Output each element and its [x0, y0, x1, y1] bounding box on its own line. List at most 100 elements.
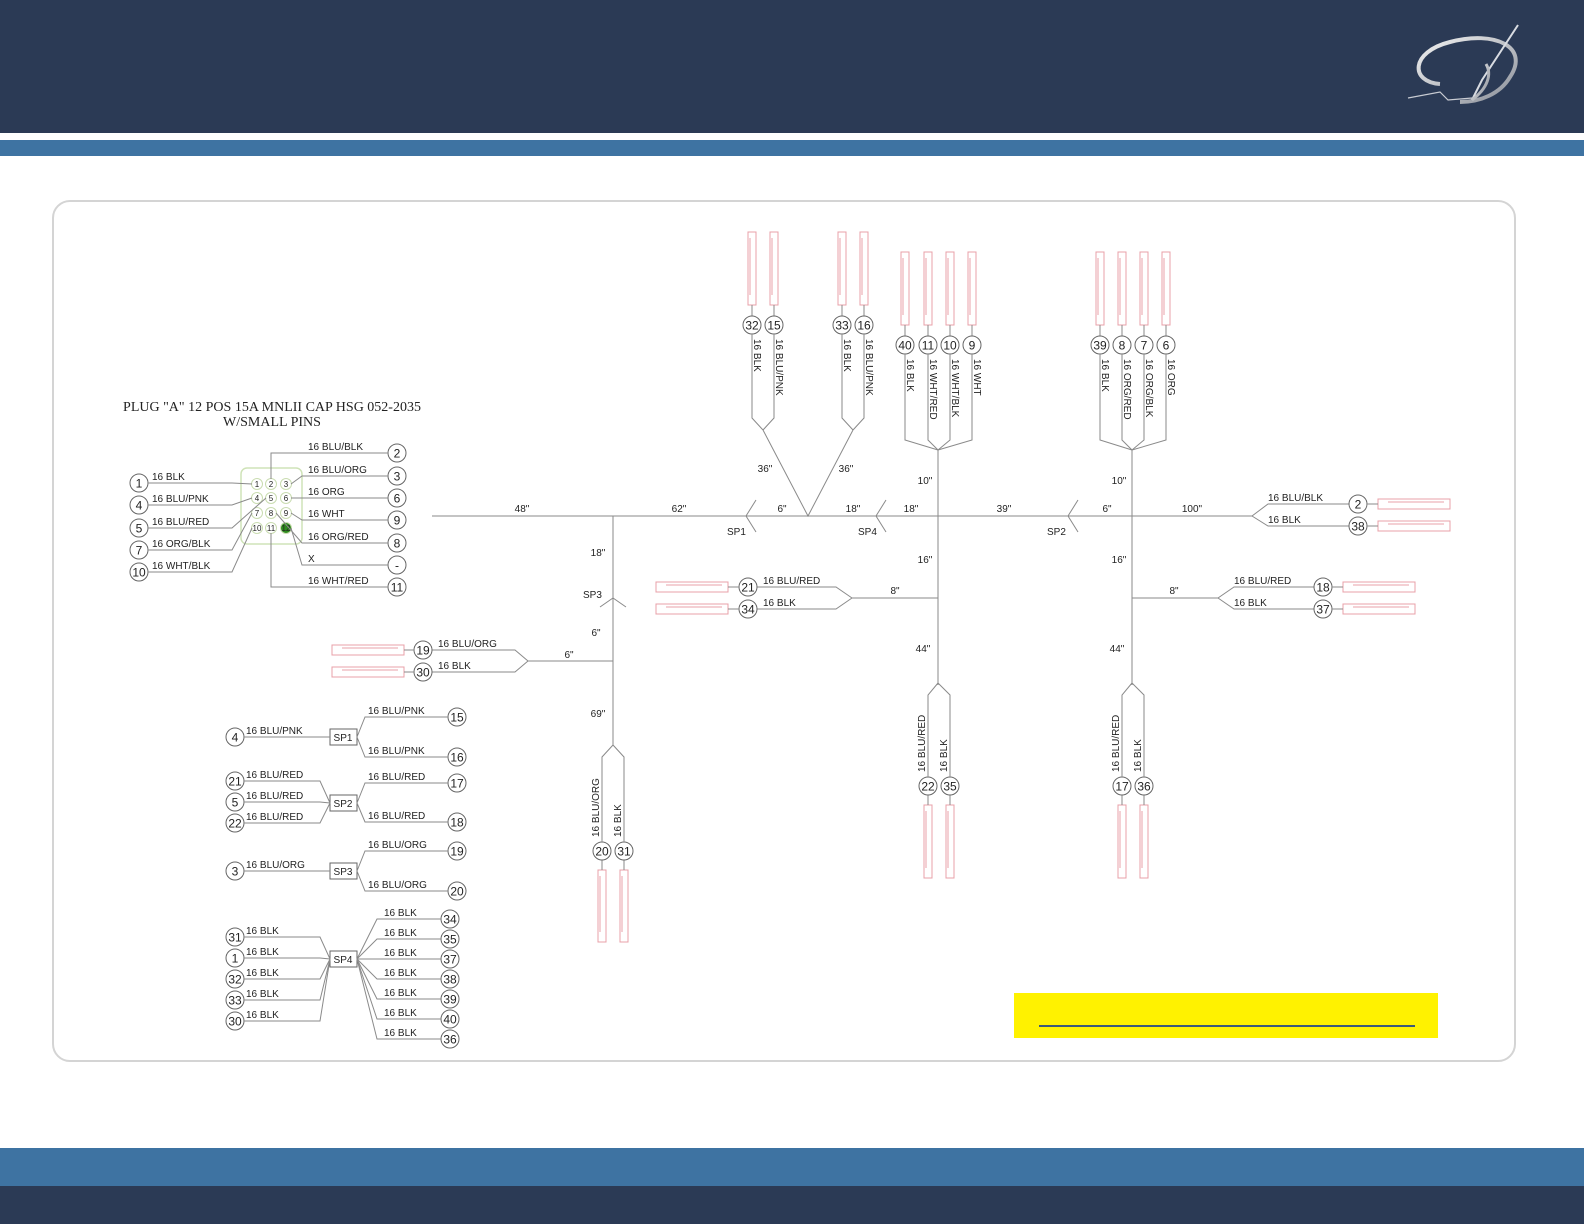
pin-number: 31 [228, 931, 242, 945]
pin-number: 10 [132, 566, 146, 580]
pin-number: 35 [443, 933, 457, 947]
terminal-connector [1377, 520, 1451, 532]
pin-number: 32 [228, 973, 242, 987]
cavity-number: 9 [284, 509, 289, 518]
cavity-number: 1 [255, 480, 260, 489]
pin-number: 11 [391, 581, 404, 595]
pin-number: 3 [394, 470, 401, 484]
splice-box-label: SP2 [334, 799, 353, 810]
pin-number: 17 [1115, 780, 1129, 794]
wire-label: 16 WHT/RED [308, 576, 369, 587]
length-label: 10" [918, 476, 933, 487]
wire-label: 16 BLK [384, 928, 417, 939]
pin-number: 6 [1163, 339, 1170, 353]
length-label: 44" [916, 644, 931, 655]
pin-number: 16 [450, 751, 464, 765]
wire-label: 16 BLU/PNK [246, 726, 303, 737]
wire-label: 16 BLK [246, 968, 279, 979]
wire-line [290, 475, 388, 485]
pin-number: 18 [1316, 581, 1330, 595]
wire-label: 16 BLK [246, 926, 279, 937]
pin-number: 21 [741, 581, 755, 595]
terminal-connector [1342, 581, 1416, 593]
wire-line [1131, 354, 1145, 451]
wire-label: 16 BLK [384, 908, 417, 919]
length-label: 44" [1110, 644, 1125, 655]
pin-number: 37 [1316, 603, 1330, 617]
wire-label: 16 BLU/ORG [308, 465, 367, 476]
pin-number: 36 [443, 1033, 457, 1047]
terminal-connector [945, 251, 955, 326]
wiring-harness-diagram: SP1 SP4 SP2SP33216 BLK1516 BLU/PNK3316 BLK… [123, 231, 1451, 1049]
pin-number: 4 [232, 731, 239, 745]
wire-line [356, 716, 448, 738]
pin-number: 38 [1351, 520, 1365, 534]
wire-label: 16 BLK [841, 339, 852, 372]
pin-number: 34 [741, 603, 755, 617]
wire-label: 16 WHT/BLK [152, 561, 211, 572]
pin-number: 33 [228, 994, 242, 1008]
terminal-connector [597, 869, 607, 943]
terminal-connector [1342, 603, 1416, 615]
cavity-number: 5 [269, 494, 274, 503]
terminal-connector [619, 869, 629, 943]
wire-label: 16 WHT [308, 509, 345, 520]
pin-number: 32 [745, 319, 759, 333]
splice-label: SP2 [1047, 527, 1066, 538]
terminal-connector [1139, 251, 1149, 326]
wire-label: 16 BLK [384, 988, 417, 999]
length-label: 39" [997, 504, 1012, 515]
wire-label: 16 BLU/RED [1111, 715, 1122, 772]
wire-label: 16 ORG/BLK [1143, 359, 1154, 418]
pin-number: 30 [416, 666, 430, 680]
pin-number: 2 [1355, 498, 1362, 512]
pin-number: 17 [450, 777, 464, 791]
pin-number: 1 [232, 952, 239, 966]
wire-label: 16 BLU/PNK [152, 494, 209, 505]
wire-label: 16 BLU/ORG [591, 778, 602, 837]
wire-line [356, 850, 448, 872]
wire-label: 16 BLU/PNK [863, 339, 874, 396]
wire-label: 16 BLU/RED [246, 791, 303, 802]
pin-number: 40 [898, 339, 912, 353]
wire-line [927, 682, 939, 777]
pin-number: 37 [443, 953, 457, 967]
pin-number: 5 [136, 522, 143, 536]
pin-number: 20 [595, 845, 609, 859]
terminal-connector [1095, 251, 1105, 326]
wire-label: 16 BLK [384, 1008, 417, 1019]
cavity-number: 4 [255, 494, 260, 503]
wire-label: 16 WHT [971, 359, 982, 396]
pin-number: 20 [450, 885, 464, 899]
pin-number: 21 [228, 775, 242, 789]
wire-label: 16 BLU/ORG [246, 860, 305, 871]
pin-number: 31 [617, 845, 631, 859]
wire-label: 16 BLU/RED [246, 770, 303, 781]
terminal-connector [923, 251, 933, 326]
terminal-connector [1139, 804, 1149, 879]
length-label: 16" [918, 555, 933, 566]
cavity-number: 7 [255, 509, 260, 518]
wire-label: 16 BLU/BLK [1268, 493, 1323, 504]
terminal-connector [655, 581, 729, 593]
length-label: 48" [515, 504, 530, 515]
pin-number: 19 [416, 644, 430, 658]
splice-label: SP1 [727, 527, 746, 538]
pin-number: 9 [394, 514, 401, 528]
wire-label: 16 BLK [246, 1010, 279, 1021]
wire-label: 16 BLU/RED [1234, 576, 1291, 587]
splice-label: SP3 [583, 590, 602, 601]
wire-line [148, 482, 253, 485]
wire-label: 16 BLK [1099, 359, 1110, 392]
wire-label: X [308, 554, 315, 565]
pin-number: 19 [450, 845, 464, 859]
wire-label: 16 ORG [1165, 359, 1176, 396]
wire-label: 16 BLU/ORG [438, 639, 497, 650]
pin-number: 22 [228, 817, 242, 831]
pin-number: 15 [450, 711, 464, 725]
pin-number: 39 [1093, 339, 1107, 353]
wire-line [937, 354, 951, 451]
wire-label: 16 BLK [1268, 515, 1301, 526]
wire-label: 16 BLU/RED [763, 576, 820, 587]
plug-subtitle: W/SMALL PINS [223, 415, 321, 430]
